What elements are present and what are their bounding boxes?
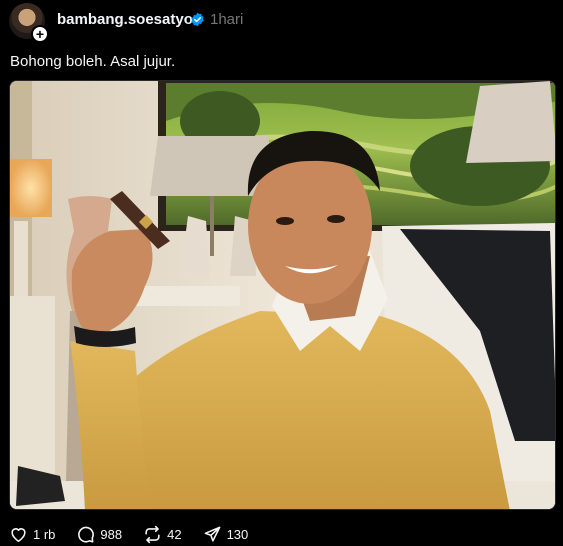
send-icon [204, 526, 220, 542]
repost-count: 42 [167, 526, 182, 542]
comment-button[interactable]: 988 [76, 525, 122, 544]
heart-icon [11, 527, 26, 542]
share-button[interactable]: 130 [203, 525, 249, 544]
post-actions: 1 rb 988 42 130 [9, 523, 269, 545]
photo-illustration [10, 81, 555, 509]
post-photo[interactable] [9, 80, 556, 510]
like-count: 1 rb [33, 526, 56, 542]
post-caption: Bohong boleh. Asal jujur. [10, 53, 176, 70]
comment-count: 988 [100, 526, 123, 542]
post-timestamp[interactable]: 1hari [210, 11, 243, 28]
verified-badge-icon [191, 12, 204, 27]
repost-button[interactable]: 42 [143, 525, 182, 544]
repost-icon [145, 525, 160, 543]
comment-icon [78, 526, 95, 543]
plus-icon[interactable]: + [31, 25, 49, 43]
author-avatar[interactable]: + [9, 3, 49, 43]
author-username[interactable]: bambang.soesatyo [57, 11, 193, 28]
threads-post: + bambang.soesatyo 1hari Bohong boleh. A… [0, 0, 563, 546]
like-button[interactable]: 1 rb [9, 525, 55, 544]
share-count: 130 [226, 526, 249, 542]
